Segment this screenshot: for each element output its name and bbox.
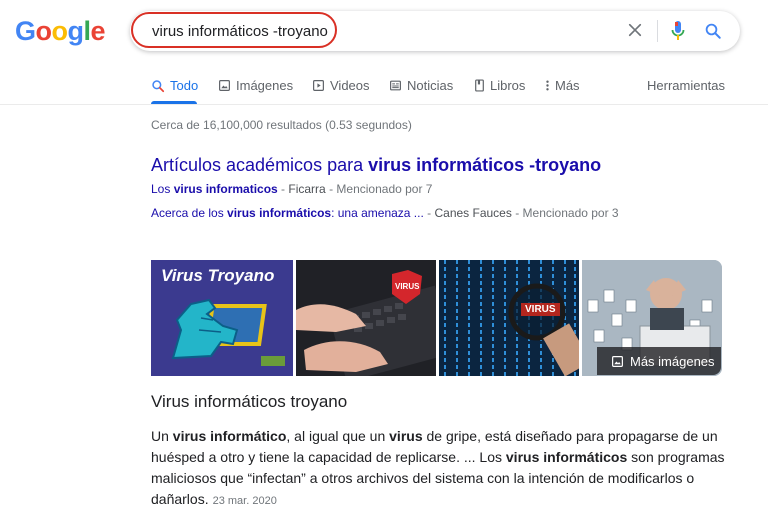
- tab-noticias[interactable]: Noticias: [389, 78, 453, 93]
- scholar-title-link[interactable]: Artículos académicos para virus informát…: [151, 155, 601, 176]
- more-images-label: Más imágenes: [630, 353, 715, 369]
- search-box[interactable]: virus informáticos -troyano: [130, 11, 740, 51]
- tools-label: Herramientas: [647, 78, 726, 93]
- logo-letter: l: [83, 16, 92, 46]
- google-logo[interactable]: Google: [15, 16, 106, 47]
- scholar-item-cited[interactable]: Mencionado por 3: [523, 206, 619, 220]
- tools-button[interactable]: Herramientas: [647, 78, 725, 93]
- tab-label: Imágenes: [236, 78, 294, 93]
- tab-label: Más: [555, 78, 580, 93]
- image-thumbnail[interactable]: VIRUS: [439, 260, 579, 376]
- tab-todo[interactable]: Todo: [151, 78, 198, 93]
- snippet-bold: virus informático: [172, 428, 287, 444]
- section-heading: Virus informáticos troyano: [151, 392, 348, 411]
- snippet-text: , al igual que un: [286, 428, 390, 444]
- book-icon: [475, 79, 484, 92]
- snippet-bold: virus: [389, 428, 423, 444]
- search-input[interactable]: virus informáticos -troyano: [152, 23, 328, 40]
- search-icon[interactable]: [704, 22, 722, 40]
- snippet-date: 23 mar. 2020: [212, 495, 277, 507]
- tabs-divider: [0, 104, 768, 105]
- virus-badge: VIRUS: [395, 282, 420, 291]
- news-icon: [390, 80, 401, 91]
- scholar-item-link[interactable]: Los virus informaticos: [151, 182, 278, 196]
- logo-letter: e: [90, 16, 106, 46]
- tab-mas[interactable]: Más: [545, 78, 580, 93]
- tab-imagenes[interactable]: Imágenes: [218, 78, 293, 93]
- hacker-keyboard-image: [296, 260, 436, 376]
- link-suffix: : una amenaza ...: [331, 206, 424, 220]
- trojan-horse-illustration: [171, 298, 285, 366]
- scholar-item: Acerca de los virus informáticos: una am…: [151, 206, 619, 220]
- virus-badge: VIRUS: [521, 303, 560, 316]
- image-icon: [219, 80, 230, 91]
- result-stats: Cerca de 16,100,000 resultados (0.53 seg…: [151, 118, 412, 132]
- link-prefix: Los: [151, 182, 174, 196]
- search-divider: [657, 20, 658, 42]
- scholar-item-author: Ficarra: [288, 182, 326, 196]
- link-bold: virus informaticos: [173, 182, 278, 196]
- logo-letter: o: [51, 16, 69, 46]
- tab-label: Libros: [490, 78, 526, 93]
- more-images-button[interactable]: Más imágenes: [597, 347, 721, 375]
- clear-icon[interactable]: [626, 21, 644, 39]
- tab-videos[interactable]: Videos: [312, 78, 370, 93]
- image-thumbnail[interactable]: VIRUS: [296, 260, 436, 376]
- scholar-title-bold: virus informáticos -troyano: [368, 155, 602, 175]
- more-dots-icon: [546, 80, 549, 91]
- link-prefix: Acerca de los: [151, 206, 228, 220]
- scholar-item: Los virus informaticos - Ficarra - Menci…: [151, 182, 433, 196]
- tab-libros[interactable]: Libros: [474, 78, 525, 93]
- logo-letter: G: [15, 16, 36, 46]
- microphone-icon[interactable]: [670, 19, 686, 43]
- binary-code-virus-image: [439, 260, 579, 376]
- scholar-item-cited[interactable]: Mencionado por 7: [336, 182, 432, 196]
- search-icon: [152, 79, 165, 92]
- tab-label: Noticias: [407, 78, 454, 93]
- video-icon: [313, 80, 324, 91]
- link-bold: virus informáticos: [227, 206, 332, 220]
- featured-snippet: Un virus informático, al igual que un vi…: [151, 426, 726, 512]
- logo-letter: o: [35, 16, 53, 46]
- logo-letter: g: [67, 16, 85, 46]
- tab-label: Videos: [330, 78, 370, 93]
- snippet-text: Un: [151, 428, 173, 444]
- scholar-item-author: Canes Fauces: [434, 206, 512, 220]
- snippet-bold: virus informáticos: [505, 449, 628, 465]
- tab-label: Todo: [170, 78, 199, 93]
- scholar-item-link[interactable]: Acerca de los virus informáticos: una am…: [151, 206, 424, 220]
- image-icon: [612, 355, 623, 367]
- scholar-title-prefix: Artículos académicos para: [151, 155, 369, 175]
- search-tabs: Todo Imágenes Videos Noticias Libros Más…: [0, 72, 768, 104]
- image-thumbnail[interactable]: Virus Troyano: [151, 260, 293, 376]
